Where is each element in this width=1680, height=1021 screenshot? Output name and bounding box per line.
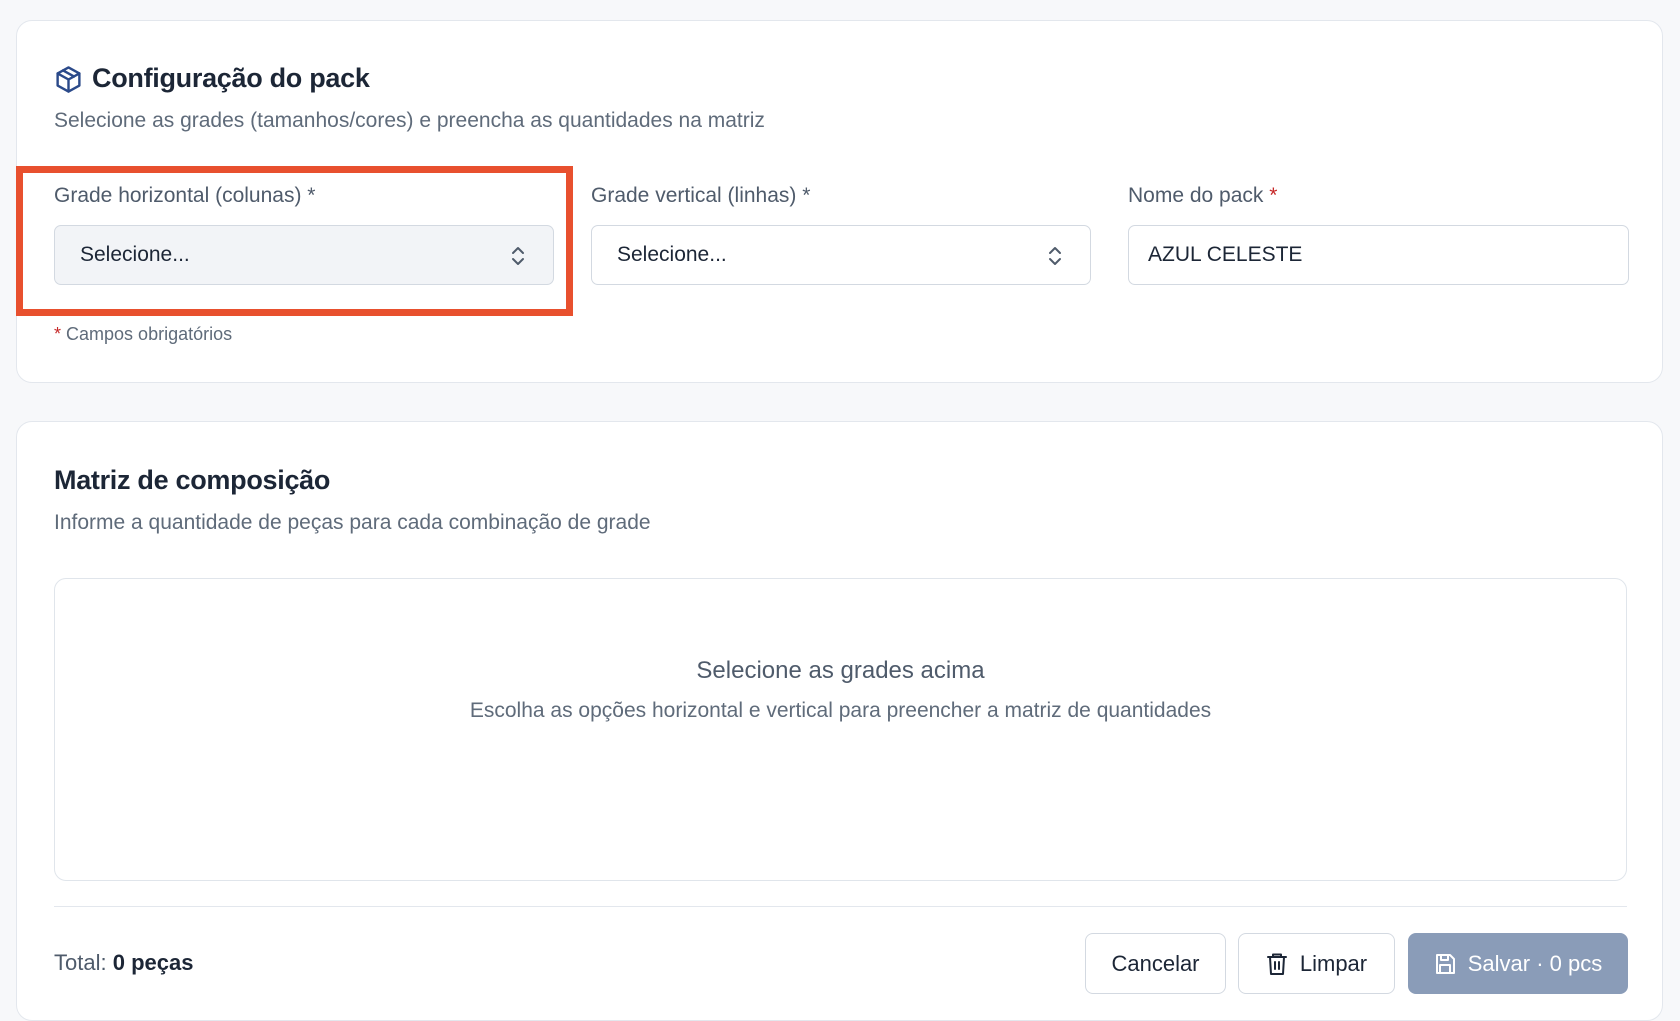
pack-name-label: Nome do pack * [1128,184,1277,208]
empty-state-title: Selecione as grades acima [696,657,985,684]
matrix-card: Matriz de composição Informe a quantidad… [16,421,1663,1021]
vertical-grade-select[interactable]: Selecione... [591,225,1091,285]
save-button-label: Salvar · 0 pcs [1467,950,1603,976]
trash-icon [1266,953,1287,975]
vertical-grade-label: Grade vertical (linhas) * [591,184,811,207]
required-note-text: Campos obrigatórios [66,324,233,344]
matrix-title: Matriz de composição [54,465,331,495]
required-mark: * [1269,184,1278,207]
package-icon [56,66,81,93]
vertical-grade-value: Selecione... [617,243,727,266]
chevron-up-down-icon [512,247,524,265]
cancel-button[interactable]: Cancelar [1085,933,1226,994]
matrix-subtitle: Informe a quantidade de peças para cada … [54,511,651,534]
footer-divider [54,906,1627,907]
horizontal-grade-label: Grade horizontal (colunas) * [54,184,316,207]
save-icon [1435,953,1455,974]
pack-name-value: AZUL CELESTE [1148,243,1303,266]
required-note-mark: * [54,324,62,344]
cancel-button-label: Cancelar [1111,950,1200,976]
save-button[interactable]: Salvar · 0 pcs [1408,933,1628,994]
horizontal-grade-select[interactable]: Selecione... [54,225,554,285]
config-title: Configuração do pack [92,63,370,93]
empty-state-description: Escolha as opções horizontal e vertical … [469,699,1212,722]
pack-name-input[interactable]: AZUL CELESTE [1128,225,1629,285]
matrix-empty-state: Selecione as grades acima Escolha as opç… [54,578,1627,881]
pack-config-card: Configuração do pack Selecione as grades… [16,20,1663,383]
config-subtitle: Selecione as grades (tamanhos/cores) e p… [54,109,765,132]
required-fields-note: * Campos obrigatórios [54,324,232,345]
clear-button[interactable]: Limpar [1238,933,1395,994]
total-value: 0 peças [112,950,194,975]
total-summary: Total: 0 peças [54,950,193,976]
chevron-up-down-icon [1049,247,1061,265]
pack-name-label-text: Nome do pack [1128,184,1264,207]
total-label: Total: [54,950,107,975]
clear-button-label: Limpar [1299,950,1368,976]
horizontal-grade-value: Selecione... [80,243,190,266]
